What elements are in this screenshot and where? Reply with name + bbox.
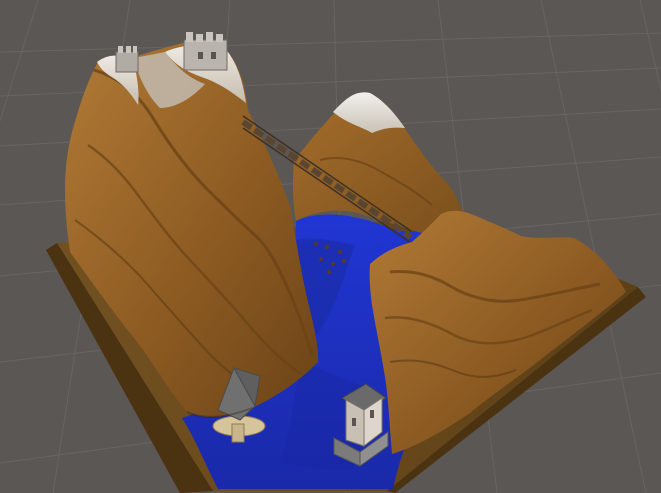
left-mountain	[65, 41, 319, 417]
mountain-icon	[292, 92, 468, 235]
terrain-scene[interactable]	[0, 0, 661, 493]
scene-viewport[interactable]	[0, 0, 661, 493]
